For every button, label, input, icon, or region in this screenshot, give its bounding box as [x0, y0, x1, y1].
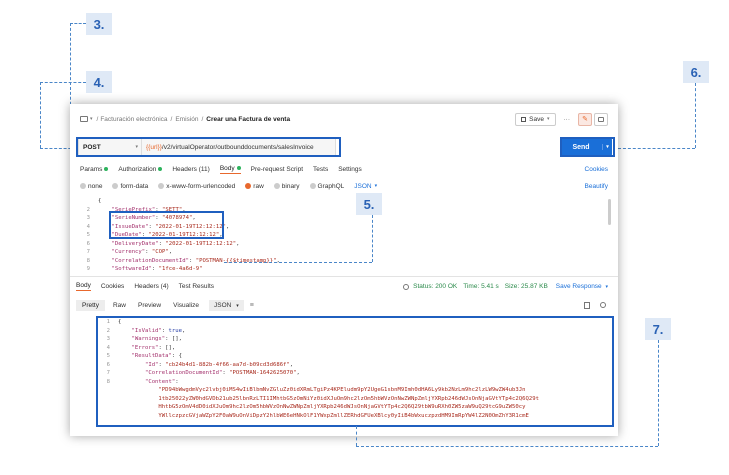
highlight-request-fields: [109, 211, 224, 239]
line-number: 6: [86, 240, 90, 247]
connector-7-v: [658, 340, 659, 446]
radio-graphql[interactable]: GraphQL: [309, 183, 344, 190]
connector-4-h: [40, 82, 86, 83]
code-text: "SoftwareId": "1fce-4a6d-9": [111, 266, 203, 271]
response-tab-body[interactable]: Body: [76, 282, 91, 291]
header-bar: ▾ / Facturación electrónica / Emisión / …: [70, 111, 618, 127]
size-label: Size: 25.87 KB: [504, 283, 548, 290]
breadcrumb-item[interactable]: Emisión: [175, 116, 198, 123]
response-view-bar: Pretty Raw Preview Visualize JSON ▾ ≡: [70, 298, 618, 312]
request-code-line: 8 "CorrelationDocumentId": "POSTMAN-{{$t…: [76, 257, 280, 266]
view-preview[interactable]: Preview: [138, 302, 161, 309]
callout-4: 4.: [86, 71, 112, 93]
edit-button[interactable]: ✎: [578, 112, 592, 126]
connector-6-v: [695, 83, 696, 148]
cookies-link[interactable]: Cookies: [585, 166, 608, 173]
time-label: Time: 5.41 s: [463, 283, 499, 290]
save-button[interactable]: Save ▾: [515, 112, 556, 126]
request-code-line: 6 "DeliveryDate": "2022-01-19T12:12:12",: [76, 240, 280, 249]
tab-settings[interactable]: Settings: [338, 166, 362, 173]
radio-urlencoded[interactable]: x-www-form-urlencoded: [158, 183, 235, 190]
line-number: 3: [86, 215, 90, 221]
tab-headers[interactable]: Headers (11): [172, 166, 209, 173]
breadcrumb-item[interactable]: Facturación electrónica: [100, 116, 167, 123]
request-code-line: 7 "Currency": "COP",: [76, 248, 280, 257]
response-tab-test-results[interactable]: Test Results: [179, 283, 214, 290]
beautify-link[interactable]: Beautify: [585, 183, 609, 190]
tab-tests[interactable]: Tests: [313, 166, 328, 173]
save-response-button[interactable]: Save Response ▾: [556, 283, 608, 290]
status-label: Status: 200 OK: [413, 283, 458, 290]
connector-5-h: [224, 262, 372, 263]
chevron-down-icon: ▾: [605, 284, 608, 290]
page-title: Crear una Factura de venta: [206, 115, 291, 123]
radio-raw[interactable]: raw: [245, 183, 264, 190]
line-number: 4: [86, 223, 90, 230]
collection-icon: [80, 116, 88, 122]
radio-binary[interactable]: binary: [273, 183, 300, 190]
code-text: {: [98, 198, 102, 204]
connector-4-v: [40, 82, 41, 148]
chevron-down-icon: ▾: [236, 302, 239, 309]
request-code-line: {: [76, 197, 280, 206]
pencil-icon: ✎: [582, 116, 588, 123]
tab-pre-request-script[interactable]: Pre-request Script: [251, 166, 303, 173]
request-tabs: Params Authorization Headers (11) Body P…: [70, 162, 618, 176]
code-text: "DeliveryDate": "2022-01-19T12:12:12",: [111, 240, 240, 247]
active-dot-icon: [236, 166, 241, 170]
view-raw[interactable]: Raw: [113, 302, 126, 309]
line-number: 7: [86, 249, 90, 255]
body-type-bar: none form-data x-www-form-urlencoded raw…: [70, 180, 618, 192]
editor-scrollbar[interactable]: [608, 199, 611, 225]
screenshot-root: 3. 4. 6. ▾ / Facturación electrónica / E…: [0, 0, 729, 475]
request-code-line: 9 "SoftwareId": "1fce-4a6d-9": [76, 265, 280, 271]
radio-form-data[interactable]: form-data: [112, 183, 148, 190]
view-pretty[interactable]: Pretty: [76, 299, 105, 311]
comments-button[interactable]: [594, 112, 608, 126]
line-number: 5: [86, 232, 90, 238]
view-visualize[interactable]: Visualize: [173, 302, 199, 309]
line-number: 2: [86, 206, 90, 213]
chevron-down-icon: ▾: [90, 116, 93, 122]
callout-3: 3.: [86, 13, 112, 35]
highlight-url-bar: [76, 137, 341, 157]
connector-7-h: [356, 446, 658, 447]
connector-7-v2: [356, 426, 357, 446]
response-tab-cookies[interactable]: Cookies: [101, 283, 124, 290]
connector-6-h: [618, 148, 695, 149]
response-tabs: Body Cookies Headers (4) Test Results St…: [70, 280, 618, 293]
code-text: "Currency": "COP",: [111, 249, 173, 255]
chevron-down-icon: ▾: [374, 183, 378, 189]
json-type-select[interactable]: JSON ▾: [354, 183, 377, 190]
connector-5-v: [372, 215, 373, 262]
highlight-send-button: [560, 137, 615, 157]
pane-divider[interactable]: [70, 276, 618, 277]
response-tab-headers[interactable]: Headers (4): [134, 283, 168, 290]
tab-authorization[interactable]: Authorization: [118, 166, 163, 173]
comment-icon: [598, 116, 604, 122]
wrap-lines-icon[interactable]: ≡: [250, 302, 254, 309]
connector-3-h: [70, 23, 86, 24]
copy-icon[interactable]: [584, 301, 590, 309]
chevron-down-icon: ▾: [546, 116, 550, 122]
more-options-button[interactable]: ···: [564, 116, 571, 123]
highlight-response-body: [96, 316, 614, 427]
callout-5: 5.: [356, 193, 382, 215]
globe-icon: [403, 283, 410, 290]
active-dot-icon: [104, 167, 109, 171]
response-format-select[interactable]: JSON ▾: [209, 299, 244, 311]
search-icon[interactable]: [600, 302, 606, 308]
callout-7: 7.: [645, 318, 671, 340]
active-dot-icon: [158, 167, 163, 171]
line-number: 9: [86, 266, 90, 271]
tab-body[interactable]: Body: [219, 165, 241, 174]
line-number: 8: [86, 257, 90, 264]
callout-6: 6.: [683, 61, 709, 83]
radio-none[interactable]: none: [80, 183, 102, 190]
save-icon: [521, 116, 527, 122]
tab-params[interactable]: Params: [80, 166, 109, 173]
